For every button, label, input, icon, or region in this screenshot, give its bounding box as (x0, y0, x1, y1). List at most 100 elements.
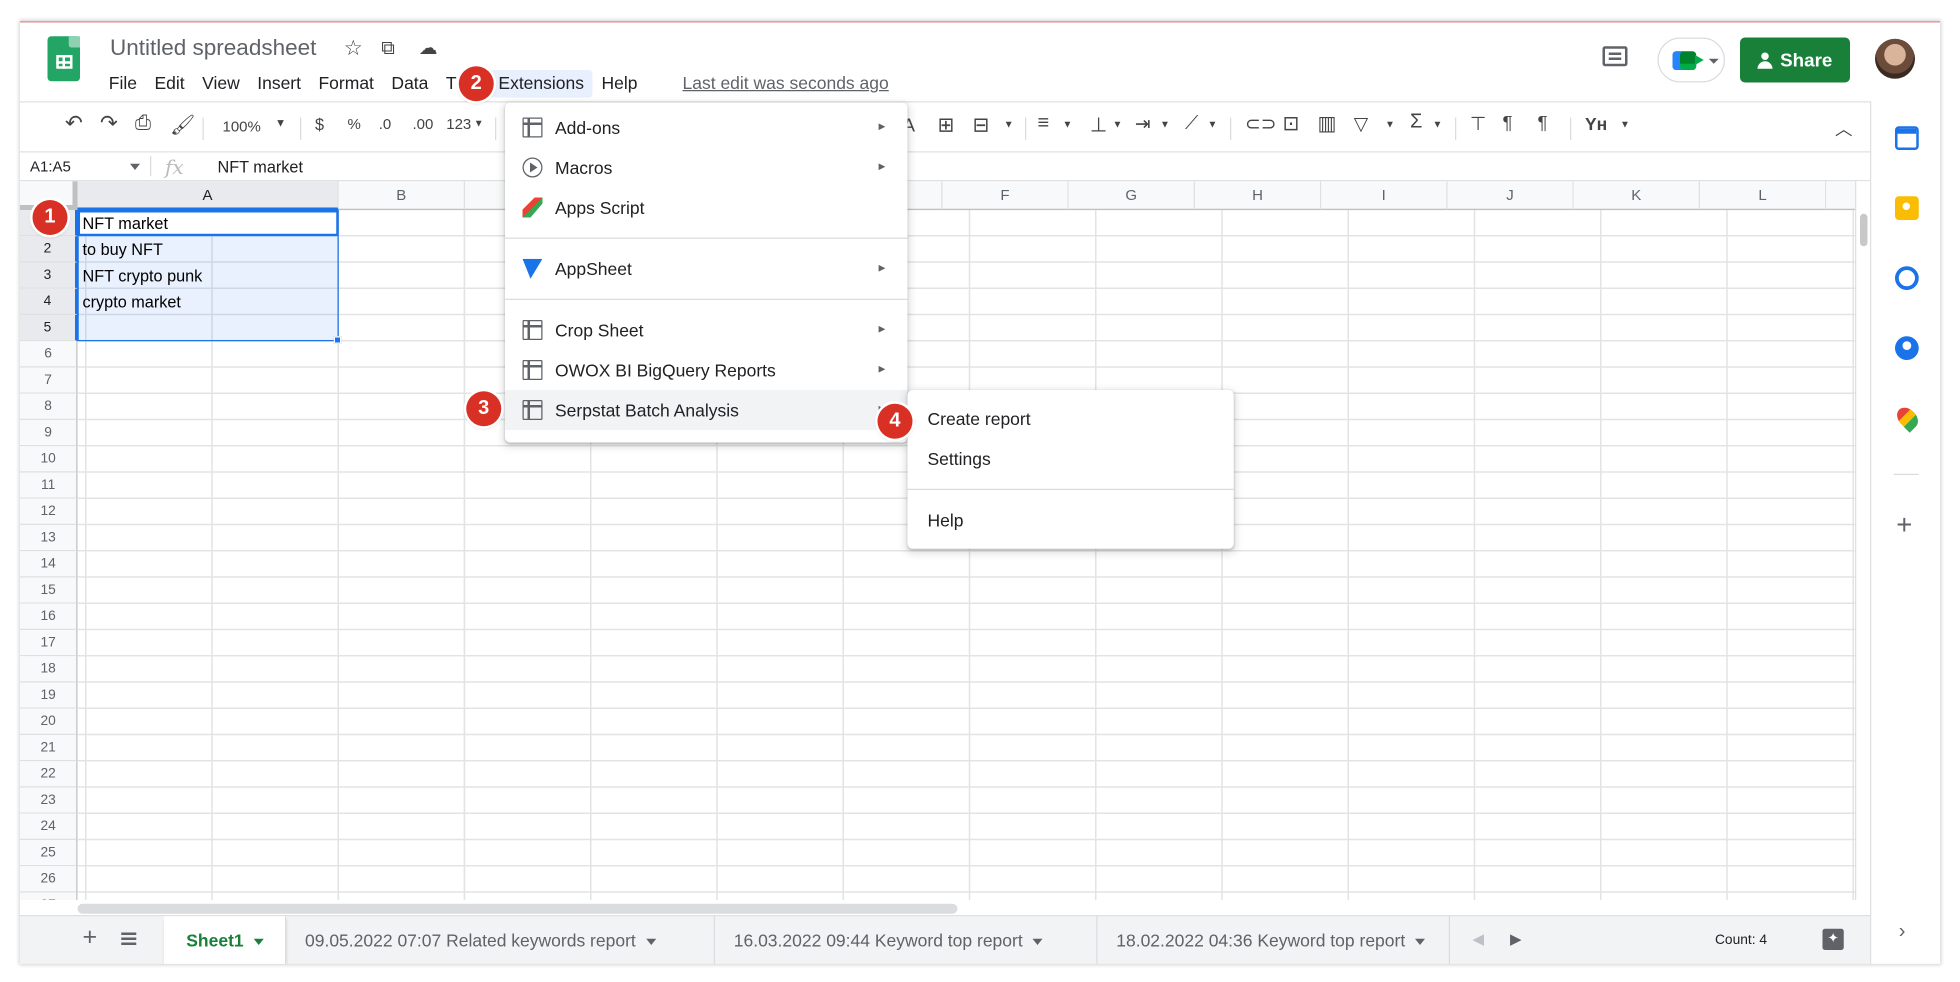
cells-area[interactable] (77, 210, 1855, 900)
menu-help[interactable]: Help (593, 70, 646, 98)
paint-format-icon[interactable]: 🖌 (170, 113, 195, 138)
insert-chart-icon[interactable]: ▥ (1318, 111, 1337, 136)
row-header-21[interactable]: 21 (20, 735, 78, 762)
menu-view[interactable]: View (193, 70, 248, 98)
row-header-7[interactable]: 7 (20, 367, 78, 394)
scroll-tabs-left-icon[interactable]: ◀ (1473, 930, 1485, 948)
submenu-item-help[interactable]: Help (908, 500, 1234, 540)
percent-format-button[interactable]: % (348, 115, 361, 133)
row-header-24[interactable]: 24 (20, 813, 78, 840)
vertical-scroll-thumb[interactable] (1860, 213, 1868, 247)
row-header-5[interactable]: 5 (20, 315, 78, 342)
undo-icon[interactable]: ↶ (65, 111, 83, 136)
vertical-align-icon[interactable]: ⊥ (1090, 113, 1107, 138)
menu-item-serpstat-batch-analysis[interactable]: Serpstat Batch Analysis► (505, 390, 908, 430)
row-header-26[interactable]: 26 (20, 866, 78, 893)
cell-a2[interactable]: to buy NFT (83, 240, 163, 259)
row-header-14[interactable]: 14 (20, 551, 78, 578)
menu-item-macros[interactable]: Macros ► (505, 148, 908, 188)
row-header-25[interactable]: 25 (20, 840, 78, 867)
zoom-select[interactable]: 100% (223, 118, 261, 136)
submenu-item-settings[interactable]: Settings (908, 439, 1234, 479)
column-header-g[interactable]: G (1068, 181, 1195, 210)
meet-button[interactable] (1657, 37, 1725, 83)
row-header-8[interactable]: 8 (20, 393, 78, 420)
cell-a1[interactable]: NFT market (83, 214, 168, 233)
row-header-4[interactable]: 4 (20, 288, 78, 315)
insert-link-icon[interactable]: ⊂⊃ (1245, 113, 1276, 135)
maps-icon[interactable] (1892, 403, 1923, 433)
column-header-a[interactable]: A (77, 181, 339, 210)
column-header-i[interactable]: I (1321, 181, 1448, 210)
sheet-tab-related-keywords[interactable]: 09.05.2022 07:07 Related keywords report (286, 916, 715, 964)
insert-comment-icon[interactable]: ⊡ (1283, 111, 1300, 136)
formula-input[interactable]: NFT market (218, 158, 303, 177)
sheet-tab-keyword-top-2[interactable]: 18.02.2022 04:36 Keyword top report (1098, 916, 1450, 964)
tasks-icon[interactable] (1895, 266, 1919, 290)
menu-format[interactable]: Format (310, 70, 383, 98)
row-header-20[interactable]: 20 (20, 708, 78, 735)
contacts-icon[interactable] (1895, 336, 1919, 360)
menu-item-owox-bi[interactable]: OWOX BI BigQuery Reports ► (505, 350, 908, 390)
print-icon[interactable]: ⎙ (135, 113, 151, 136)
keep-icon[interactable] (1895, 196, 1919, 220)
avatar[interactable] (1875, 38, 1915, 79)
row-header-10[interactable]: 10 (20, 446, 78, 473)
explore-icon[interactable]: ✦ (1822, 928, 1844, 950)
column-header-l[interactable]: L (1700, 181, 1827, 210)
borders-icon[interactable]: ⊞ (938, 113, 955, 138)
add-sheet-icon[interactable]: + (83, 924, 98, 953)
increase-decimal-button[interactable]: .00 (413, 115, 434, 133)
row-header-2[interactable]: 2 (20, 236, 78, 263)
menu-extensions[interactable]: Extensions (489, 70, 593, 98)
row-header-18[interactable]: 18 (20, 656, 78, 683)
menu-file[interactable]: File (100, 70, 146, 98)
freeze-icon[interactable]: ⊤ (1470, 113, 1486, 135)
column-header-f[interactable]: F (942, 181, 1069, 210)
row-header-16[interactable]: 16 (20, 603, 78, 630)
menu-insert[interactable]: Insert (248, 70, 309, 98)
text-wrap-icon[interactable]: ⇥ (1135, 113, 1151, 135)
row-header-13[interactable]: 13 (20, 525, 78, 552)
doc-title[interactable]: Untitled spreadsheet (110, 35, 316, 61)
column-header-h[interactable]: H (1195, 181, 1322, 210)
merge-cells-icon[interactable]: ⊟ (973, 113, 990, 138)
horizontal-scrollbar[interactable] (77, 900, 1855, 915)
row-header-17[interactable]: 17 (20, 630, 78, 657)
menu-edit[interactable]: Edit (146, 70, 194, 98)
row-header-22[interactable]: 22 (20, 761, 78, 788)
align-left-icon[interactable]: ≡ (1038, 113, 1050, 136)
cell-a3[interactable]: NFT crypto punk (83, 266, 203, 285)
column-header-m[interactable] (1826, 181, 1855, 210)
currency-format-button[interactable]: $ (315, 115, 324, 134)
column-header-j[interactable]: J (1447, 181, 1574, 210)
star-icon[interactable]: ☆ (344, 36, 363, 61)
show-side-panel-chevron-icon[interactable]: › (1899, 921, 1906, 944)
submenu-item-create-report[interactable]: Create report (908, 399, 1234, 439)
row-header-6[interactable]: 6 (20, 341, 78, 368)
move-folder-icon[interactable]: ⧉ (381, 38, 394, 59)
functions-icon[interactable]: Σ (1410, 111, 1422, 134)
menu-item-apps-script[interactable]: Apps Script (505, 188, 908, 228)
sheet-tab-keyword-top-1[interactable]: 16.03.2022 09:44 Keyword top report (715, 916, 1098, 964)
row-header-9[interactable]: 9 (20, 420, 78, 447)
row-header-15[interactable]: 15 (20, 577, 78, 604)
sheet-tab-sheet1[interactable]: Sheet1 (163, 916, 287, 964)
column-header-k[interactable]: K (1573, 181, 1700, 210)
cloud-status-icon[interactable]: ☁ (419, 36, 438, 59)
column-header-b[interactable]: B (338, 181, 465, 210)
row-header-27[interactable]: 27 (20, 892, 78, 900)
horizontal-scroll-thumb[interactable] (77, 903, 958, 914)
all-sheets-icon[interactable] (121, 932, 137, 945)
name-box[interactable]: A1:A5 (30, 158, 71, 176)
share-button[interactable]: Share (1740, 37, 1850, 83)
menu-data[interactable]: Data (383, 70, 437, 98)
input-tools-icon[interactable]: Yʜ (1585, 114, 1607, 134)
row-header-19[interactable]: 19 (20, 682, 78, 709)
decrease-decimal-button[interactable]: .0 (379, 115, 392, 133)
rtl-paragraph-icon[interactable]: ¶ (1538, 113, 1548, 134)
name-box-chevron-down-icon[interactable] (130, 163, 140, 170)
sheets-logo-icon[interactable] (47, 36, 80, 82)
redo-icon[interactable]: ↷ (100, 111, 118, 136)
cell-a4[interactable]: crypto market (83, 293, 181, 312)
